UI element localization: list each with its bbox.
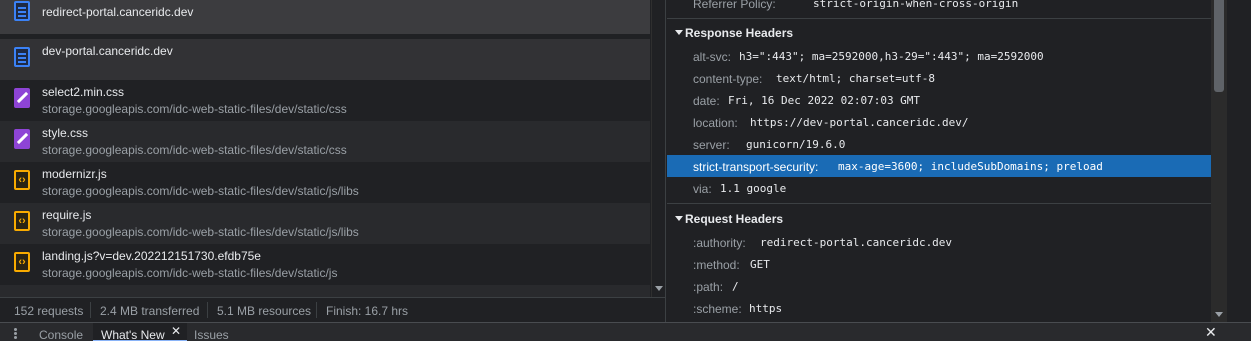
request-name: modernizr.js xyxy=(42,167,107,181)
request-headers-section[interactable]: Request Headers xyxy=(667,207,1211,229)
request-path: storage.googleapis.com/idc-web-static-fi… xyxy=(42,225,359,239)
tab-whats-new[interactable]: What's New ✕ xyxy=(93,323,187,341)
network-summary-bar: 152 requests 2.4 MB transferred 5.1 MB r… xyxy=(0,297,665,322)
script-icon xyxy=(14,252,30,272)
divider xyxy=(207,302,208,318)
header-key: content-type: xyxy=(693,72,763,86)
divider xyxy=(667,203,1211,204)
expand-triangle-icon xyxy=(675,30,683,35)
header-value: text/html; charset=utf-8 xyxy=(776,72,935,85)
stylesheet-icon xyxy=(14,88,30,108)
tab-label: What's New xyxy=(101,328,165,341)
finish-time: Finish: 16.7 hrs xyxy=(326,304,409,318)
request-row[interactable]: select2.min.css storage.googleapis.com/i… xyxy=(0,80,650,121)
header-row-scheme[interactable]: :scheme: https xyxy=(667,297,1211,319)
header-key: location: xyxy=(693,116,738,130)
header-key: alt-svc: xyxy=(693,50,732,64)
header-row-path[interactable]: :path: / xyxy=(667,275,1211,297)
request-count: 152 requests xyxy=(14,304,84,318)
headers-panel-scrollbar[interactable] xyxy=(1211,0,1227,322)
request-row[interactable]: redirect-portal.canceridc.dev xyxy=(0,0,650,34)
header-key: Referrer Policy: xyxy=(693,0,776,11)
transferred-size: 2.4 MB transferred xyxy=(100,304,200,318)
divider xyxy=(667,18,1211,19)
expand-triangle-icon xyxy=(675,216,683,221)
header-row-method[interactable]: :method: GET xyxy=(667,253,1211,275)
close-drawer-icon[interactable]: ✕ xyxy=(1205,324,1217,341)
header-key: via: xyxy=(693,182,712,196)
header-value: https xyxy=(749,302,783,315)
request-path: storage.googleapis.com/idc-web-static-fi… xyxy=(42,184,359,198)
request-list-scrollbar[interactable] xyxy=(651,0,665,297)
section-title: Response Headers xyxy=(685,26,794,40)
header-value: https://dev-portal.canceridc.dev/ xyxy=(750,116,969,129)
header-value: 1.1 google xyxy=(720,182,787,195)
header-row-strict-transport-security[interactable]: strict-transport-security: max-age=3600;… xyxy=(667,155,1211,177)
request-name: dev-portal.canceridc.dev xyxy=(42,44,173,58)
request-name: landing.js?v=dev.202212151730.efdb75e xyxy=(42,249,261,263)
resources-size: 5.1 MB resources xyxy=(217,304,312,318)
drawer-tab-bar: Console What's New ✕ Issues ✕ xyxy=(0,322,1251,341)
request-path: storage.googleapis.com/idc-web-static-fi… xyxy=(42,266,338,280)
divider xyxy=(90,302,91,318)
document-icon xyxy=(14,47,30,67)
header-row-authority[interactable]: :authority: redirect-portal.canceridc.de… xyxy=(667,231,1211,253)
header-key: :scheme: xyxy=(693,302,742,316)
document-icon xyxy=(14,1,30,21)
header-row-content-type[interactable]: content-type: text/html; charset=utf-8 xyxy=(667,67,1211,89)
header-row-alt-svc[interactable]: alt-svc: h3=":443"; ma=2592000,h3-29=":4… xyxy=(667,45,1211,67)
request-row[interactable]: require.js storage.googleapis.com/idc-we… xyxy=(0,203,650,244)
headers-panel: Referrer Policy: strict-origin-when-cros… xyxy=(665,0,1211,322)
header-row-date[interactable]: date: Fri, 16 Dec 2022 02:07:03 GMT xyxy=(667,89,1211,111)
header-value: h3=":443"; ma=2592000,h3-29=":443"; ma=2… xyxy=(739,50,1044,63)
section-title: Request Headers xyxy=(685,212,784,226)
header-key: server: xyxy=(693,138,730,152)
request-path: storage.googleapis.com/idc-web-static-fi… xyxy=(42,102,347,116)
header-key: :authority: xyxy=(693,236,746,250)
header-value: redirect-portal.canceridc.dev xyxy=(760,236,953,249)
request-name: require.js xyxy=(42,208,92,222)
header-row-via[interactable]: via: 1.1 google xyxy=(667,177,1211,199)
scroll-down-icon[interactable] xyxy=(1215,312,1223,317)
request-row[interactable]: landing.js?v=dev.202212151730.efdb75e st… xyxy=(0,244,650,285)
header-value: Fri, 16 Dec 2022 02:07:03 GMT xyxy=(728,94,921,107)
scrollbar-thumb[interactable] xyxy=(1214,0,1224,92)
script-icon xyxy=(14,170,30,190)
header-key: :path: xyxy=(693,280,724,294)
header-value: / xyxy=(732,280,739,293)
header-key: date: xyxy=(693,94,720,108)
header-key: strict-transport-security: xyxy=(693,160,819,174)
request-row[interactable] xyxy=(0,285,650,297)
header-value: GET xyxy=(750,258,770,271)
divider xyxy=(316,302,317,318)
header-value: gunicorn/19.6.0 xyxy=(746,138,846,151)
request-name: redirect-portal.canceridc.dev xyxy=(42,5,194,19)
panel-edge xyxy=(1227,0,1251,322)
header-row-referrer-policy[interactable]: Referrer Policy: strict-origin-when-cros… xyxy=(667,0,1211,14)
request-path: storage.googleapis.com/idc-web-static-fi… xyxy=(42,143,347,157)
header-value: max-age=3600; includeSubDomains; preload xyxy=(838,160,1103,173)
tab-issues[interactable]: Issues xyxy=(186,323,237,341)
close-tab-icon[interactable]: ✕ xyxy=(171,324,181,338)
tab-console[interactable]: Console xyxy=(31,323,91,341)
header-key: :method: xyxy=(693,258,740,272)
script-icon xyxy=(14,211,30,231)
request-list: redirect-portal.canceridc.dev dev-portal… xyxy=(0,0,665,297)
response-headers-section[interactable]: Response Headers xyxy=(667,21,1211,43)
request-name: style.css xyxy=(42,126,89,140)
more-options-icon[interactable] xyxy=(14,328,17,340)
request-row[interactable]: style.css storage.googleapis.com/idc-web… xyxy=(0,121,650,162)
header-row-server[interactable]: server: gunicorn/19.6.0 xyxy=(667,133,1211,155)
header-value: strict-origin-when-cross-origin xyxy=(813,0,1019,10)
scroll-down-icon[interactable] xyxy=(655,286,663,291)
stylesheet-icon xyxy=(14,129,30,149)
header-row-location[interactable]: location: https://dev-portal.canceridc.d… xyxy=(667,111,1211,133)
request-row[interactable]: modernizr.js storage.googleapis.com/idc-… xyxy=(0,162,650,203)
request-row[interactable]: dev-portal.canceridc.dev xyxy=(0,39,650,80)
request-name: select2.min.css xyxy=(42,85,125,99)
